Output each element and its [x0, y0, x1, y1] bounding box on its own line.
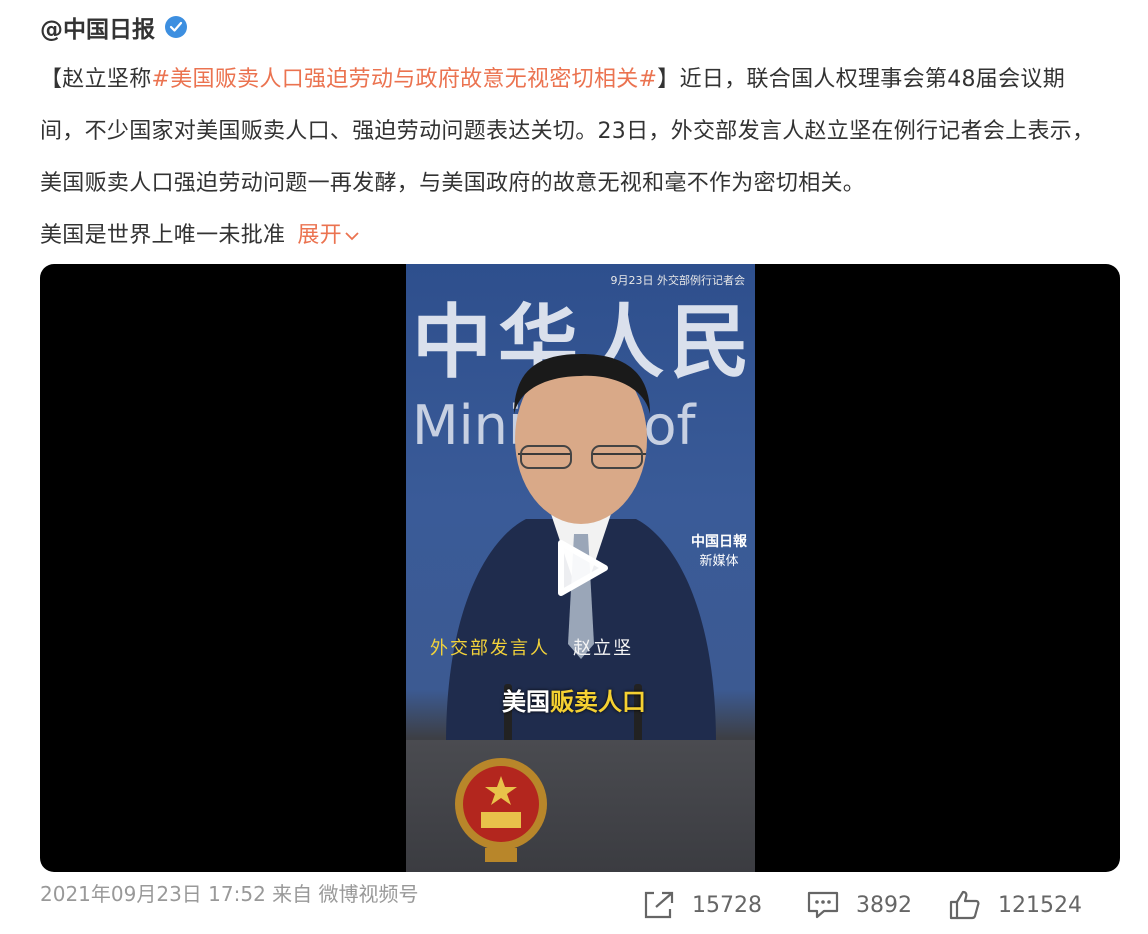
comment-action[interactable]: 3892	[806, 882, 912, 928]
post-truncated-text: 美国是世界上唯一未批准	[40, 223, 286, 248]
chevron-down-icon	[344, 210, 360, 262]
post-text: 【赵立坚称#美国贩卖人口强迫劳动与政府故意无视密切相关#】近日，联合国人权理事会…	[40, 54, 1100, 262]
verified-badge-icon	[165, 16, 187, 38]
post-author: @中国日报	[40, 10, 187, 44]
national-emblem-icon	[455, 758, 547, 862]
speaker-role: 外交部发言人	[430, 638, 550, 659]
comment-count: 3892	[856, 892, 912, 918]
speaker-name: 赵立坚	[573, 638, 634, 659]
expand-label: 展开	[297, 223, 342, 248]
speaker-subtitle: 外交部发言人 赵立坚	[430, 634, 633, 660]
caption-white: 美国	[502, 688, 550, 716]
post-lead-open: 【赵立坚称	[40, 67, 152, 92]
post-source[interactable]: 来自 微博视频号	[272, 882, 418, 906]
repost-count: 15728	[692, 892, 762, 918]
video-caption: 美国贩卖人口	[502, 682, 646, 717]
logo-line1: 中国日報	[691, 534, 747, 550]
video-player[interactable]: 中华人民 Ministry of 9月23日 外交部例行记者会	[40, 264, 1120, 872]
weibo-post: @中国日报 【赵立坚称#美国贩卖人口强迫劳动与政府故意无视密切相关#】近日，联合…	[0, 0, 1148, 934]
post-timestamp[interactable]: 2021年09月23日 17:52	[40, 882, 266, 906]
caption-yellow: 贩卖人口	[550, 688, 646, 716]
hashtag-link[interactable]: #美国贩卖人口强迫劳动与政府故意无视密切相关#	[152, 67, 658, 92]
play-icon	[558, 540, 608, 596]
comment-icon	[807, 891, 839, 919]
like-count: 121524	[998, 892, 1082, 918]
thumbs-up-icon	[949, 890, 980, 920]
repost-icon	[644, 891, 674, 919]
logo-line2: 新媒体	[699, 554, 739, 569]
like-action[interactable]: 121524	[948, 882, 1082, 928]
expand-button[interactable]: 展开	[297, 223, 360, 248]
china-daily-logo: 中国日報 新媒体	[691, 532, 747, 572]
author-name[interactable]: @中国日报	[40, 10, 155, 44]
play-button[interactable]	[547, 535, 613, 601]
repost-action[interactable]: 15728	[642, 882, 762, 928]
post-meta: 2021年09月23日 17:52 来自 微博视频号	[40, 878, 419, 907]
